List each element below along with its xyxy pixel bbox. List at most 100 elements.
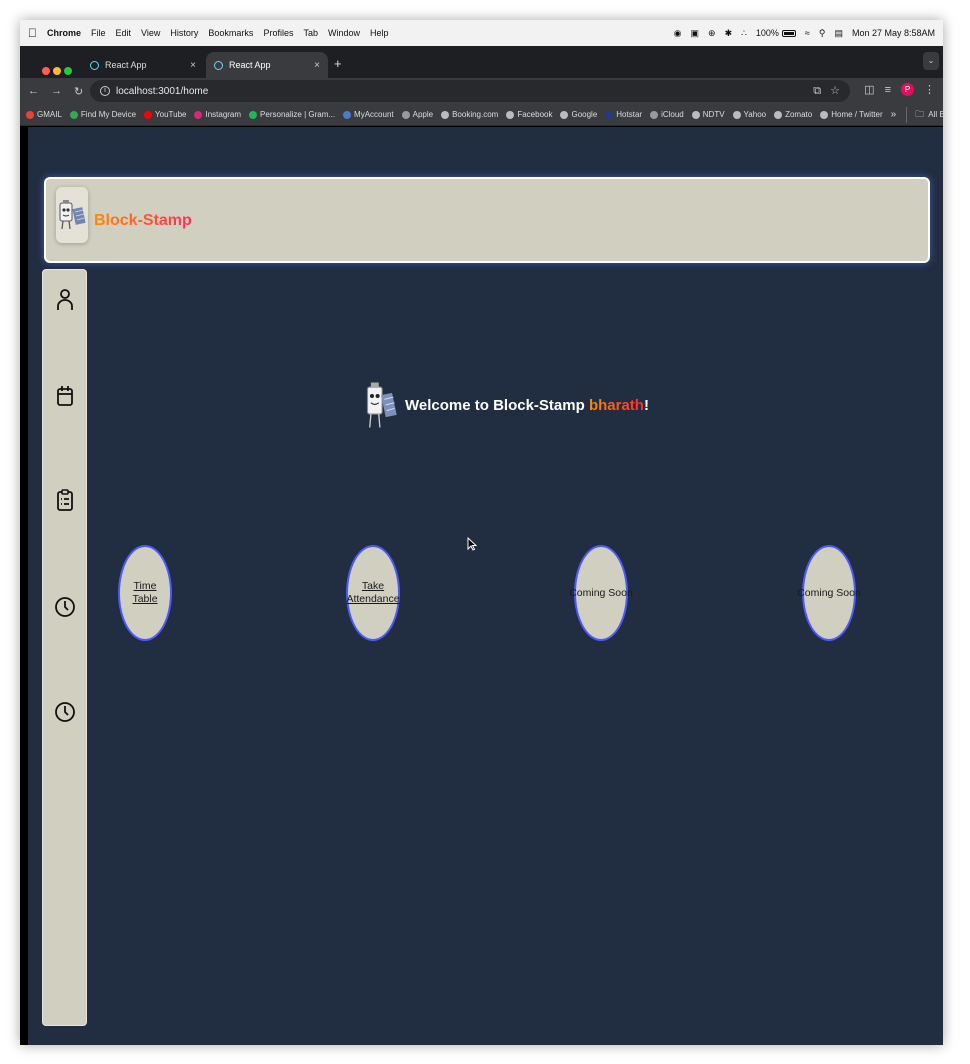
bookmark-find-my-device[interactable]: Find My Device (69, 110, 136, 119)
tab-close-button[interactable]: × (190, 60, 196, 71)
menu-edit[interactable]: Edit (116, 28, 132, 38)
bookmark-hotstar[interactable]: Hotstar (605, 110, 642, 119)
new-tab-button[interactable]: + (334, 56, 342, 71)
more-menu-icon[interactable]: ⋮ (924, 83, 935, 96)
tab-close-button[interactable]: × (314, 60, 320, 71)
apple-icon (401, 110, 410, 119)
menu-file[interactable]: File (91, 28, 106, 38)
browser-tab-active[interactable]: React App × (206, 52, 328, 78)
reload-icon[interactable]: ↻ (74, 85, 83, 98)
site-info-icon[interactable]: i (100, 86, 110, 96)
bookmark-icloud[interactable]: iCloud (650, 110, 684, 119)
profile-avatar[interactable]: P (901, 83, 914, 96)
tab-search-chevron-icon[interactable]: ⌄ (923, 52, 939, 70)
all-bookmarks-button[interactable]: 🗀All Bookmarks (906, 106, 943, 123)
address-bar[interactable]: i localhost:3001/home ⧉ ☆ (90, 80, 850, 102)
menu-view[interactable]: View (141, 28, 160, 38)
take-attendance-card[interactable]: Take Attendance (346, 545, 400, 641)
clock-icon (55, 597, 75, 617)
browser-tab-bar: React App × React App × + ⌄ (20, 46, 943, 78)
extensions-icon[interactable]: ◫ (864, 83, 874, 96)
activity-icon[interactable]: ∴ (741, 28, 747, 39)
record-icon[interactable]: ◉ (674, 28, 682, 39)
timetable-link[interactable]: Time Table (120, 580, 170, 605)
menu-bookmarks[interactable]: Bookmarks (208, 28, 253, 38)
folder-icon: 🗀 (915, 108, 925, 119)
sidebar (42, 269, 87, 1026)
menu-tab[interactable]: Tab (303, 28, 318, 38)
menubar-status-area: ◉ ▣ ⊕ ✱ ∴ 100% ≈ ⚲ ▤ Mon 27 May 8:58AM (665, 28, 935, 39)
sidebar-item-history[interactable] (53, 595, 77, 619)
bookmarks-overflow-chevron-icon[interactable]: » (891, 109, 897, 120)
bookmark-label: Instagram (205, 110, 242, 119)
youtube-icon (144, 110, 153, 119)
browser-toolbar: ← → ↻ i localhost:3001/home ⧉ ☆ ◫ ≡ P ⋮ (20, 78, 943, 104)
bookmark-youtube[interactable]: YouTube (144, 110, 186, 119)
bookmark-personalize[interactable]: Personalize | Gram... (249, 110, 335, 119)
bookmark-label: Home / Twitter (831, 110, 883, 119)
menu-help[interactable]: Help (370, 28, 389, 38)
window-minimize-button[interactable] (53, 67, 61, 75)
bookmark-ndtv[interactable]: NDTV (691, 110, 725, 119)
back-arrow-icon[interactable]: ← (28, 85, 39, 97)
menu-history[interactable]: History (170, 28, 198, 38)
window-zoom-button[interactable] (64, 67, 72, 75)
menu-profiles[interactable]: Profiles (263, 28, 293, 38)
menu-app-name[interactable]: Chrome (47, 28, 81, 38)
bookmark-label: MyAccount (354, 110, 394, 119)
take-attendance-link[interactable]: Take Attendance (346, 580, 399, 605)
globe-icon (506, 110, 515, 119)
document-icon[interactable]: ▣ (691, 28, 700, 39)
coming-soon-card-1[interactable]: Coming Soon (569, 545, 633, 641)
globe-icon (441, 110, 450, 119)
globe-icon (691, 110, 700, 119)
reading-list-icon[interactable]: ≡ (885, 84, 891, 96)
bookmark-yahoo[interactable]: Yahoo (732, 110, 766, 119)
stamp-logo-icon (366, 382, 397, 428)
coming-soon-card-2[interactable]: Coming Soon (797, 545, 861, 641)
control-center-icon[interactable]: ▤ (834, 28, 843, 39)
sidebar-item-profile[interactable] (53, 288, 77, 312)
install-app-icon[interactable]: ⧉ (813, 85, 821, 97)
bookmark-twitter[interactable]: Home / Twitter (820, 110, 883, 119)
app-logo[interactable] (56, 187, 88, 243)
forward-arrow-icon[interactable]: → (51, 85, 62, 97)
screenshot-frame:  Chrome File Edit View History Bookmark… (0, 0, 970, 1064)
sidebar-item-calendar[interactable] (53, 384, 77, 408)
bookmark-star-icon[interactable]: ☆ (830, 85, 840, 97)
welcome-logo (363, 377, 399, 433)
bookmark-label: Personalize | Gram... (260, 110, 336, 119)
address-url[interactable]: localhost:3001/home (116, 86, 208, 97)
bookmark-label: NDTV (702, 110, 725, 119)
sidebar-item-attendance[interactable] (53, 488, 77, 512)
bookmark-gmail[interactable]: GMAIL (26, 110, 62, 119)
battery-status[interactable]: 100% (756, 28, 796, 38)
menubar-clock[interactable]: Mon 27 May 8:58AM (852, 28, 935, 38)
apple-icon[interactable]:  (28, 27, 37, 39)
window-close-button[interactable] (42, 67, 50, 75)
bookmark-label: Zomato (785, 110, 813, 119)
bookmark-apple[interactable]: Apple (401, 110, 433, 119)
timetable-card[interactable]: Time Table (118, 545, 172, 641)
wifi-icon[interactable]: ≈ (805, 28, 810, 38)
stamp-logo-icon (59, 200, 86, 230)
account-icon (343, 110, 352, 119)
menu-window[interactable]: Window (328, 28, 360, 38)
bookmark-booking[interactable]: Booking.com (441, 110, 498, 119)
welcome-prefix: Welcome to Block-Stamp (405, 396, 589, 414)
browser-viewport: Block-Stamp Welcome to Block-Stamp bhara… (20, 127, 943, 1045)
bookmark-facebook[interactable]: Facebook (506, 110, 552, 119)
bookmark-zomato[interactable]: Zomato (774, 110, 812, 119)
bookmark-google[interactable]: Google (560, 110, 597, 119)
react-icon (90, 60, 99, 70)
bookmark-instagram[interactable]: Instagram (194, 110, 241, 119)
bookmark-label: YouTube (155, 110, 187, 119)
browser-tab[interactable]: React App × (82, 52, 204, 78)
sidebar-item-schedule[interactable] (53, 700, 77, 724)
app-header: Block-Stamp (44, 177, 930, 263)
spotlight-icon[interactable]: ⚲ (819, 28, 826, 39)
sync-icon[interactable]: ⊕ (708, 28, 716, 39)
bookmark-myaccount[interactable]: MyAccount (343, 110, 394, 119)
coming-soon-label: Coming Soon (797, 586, 861, 599)
bluetooth-icon[interactable]: ✱ (725, 28, 733, 39)
